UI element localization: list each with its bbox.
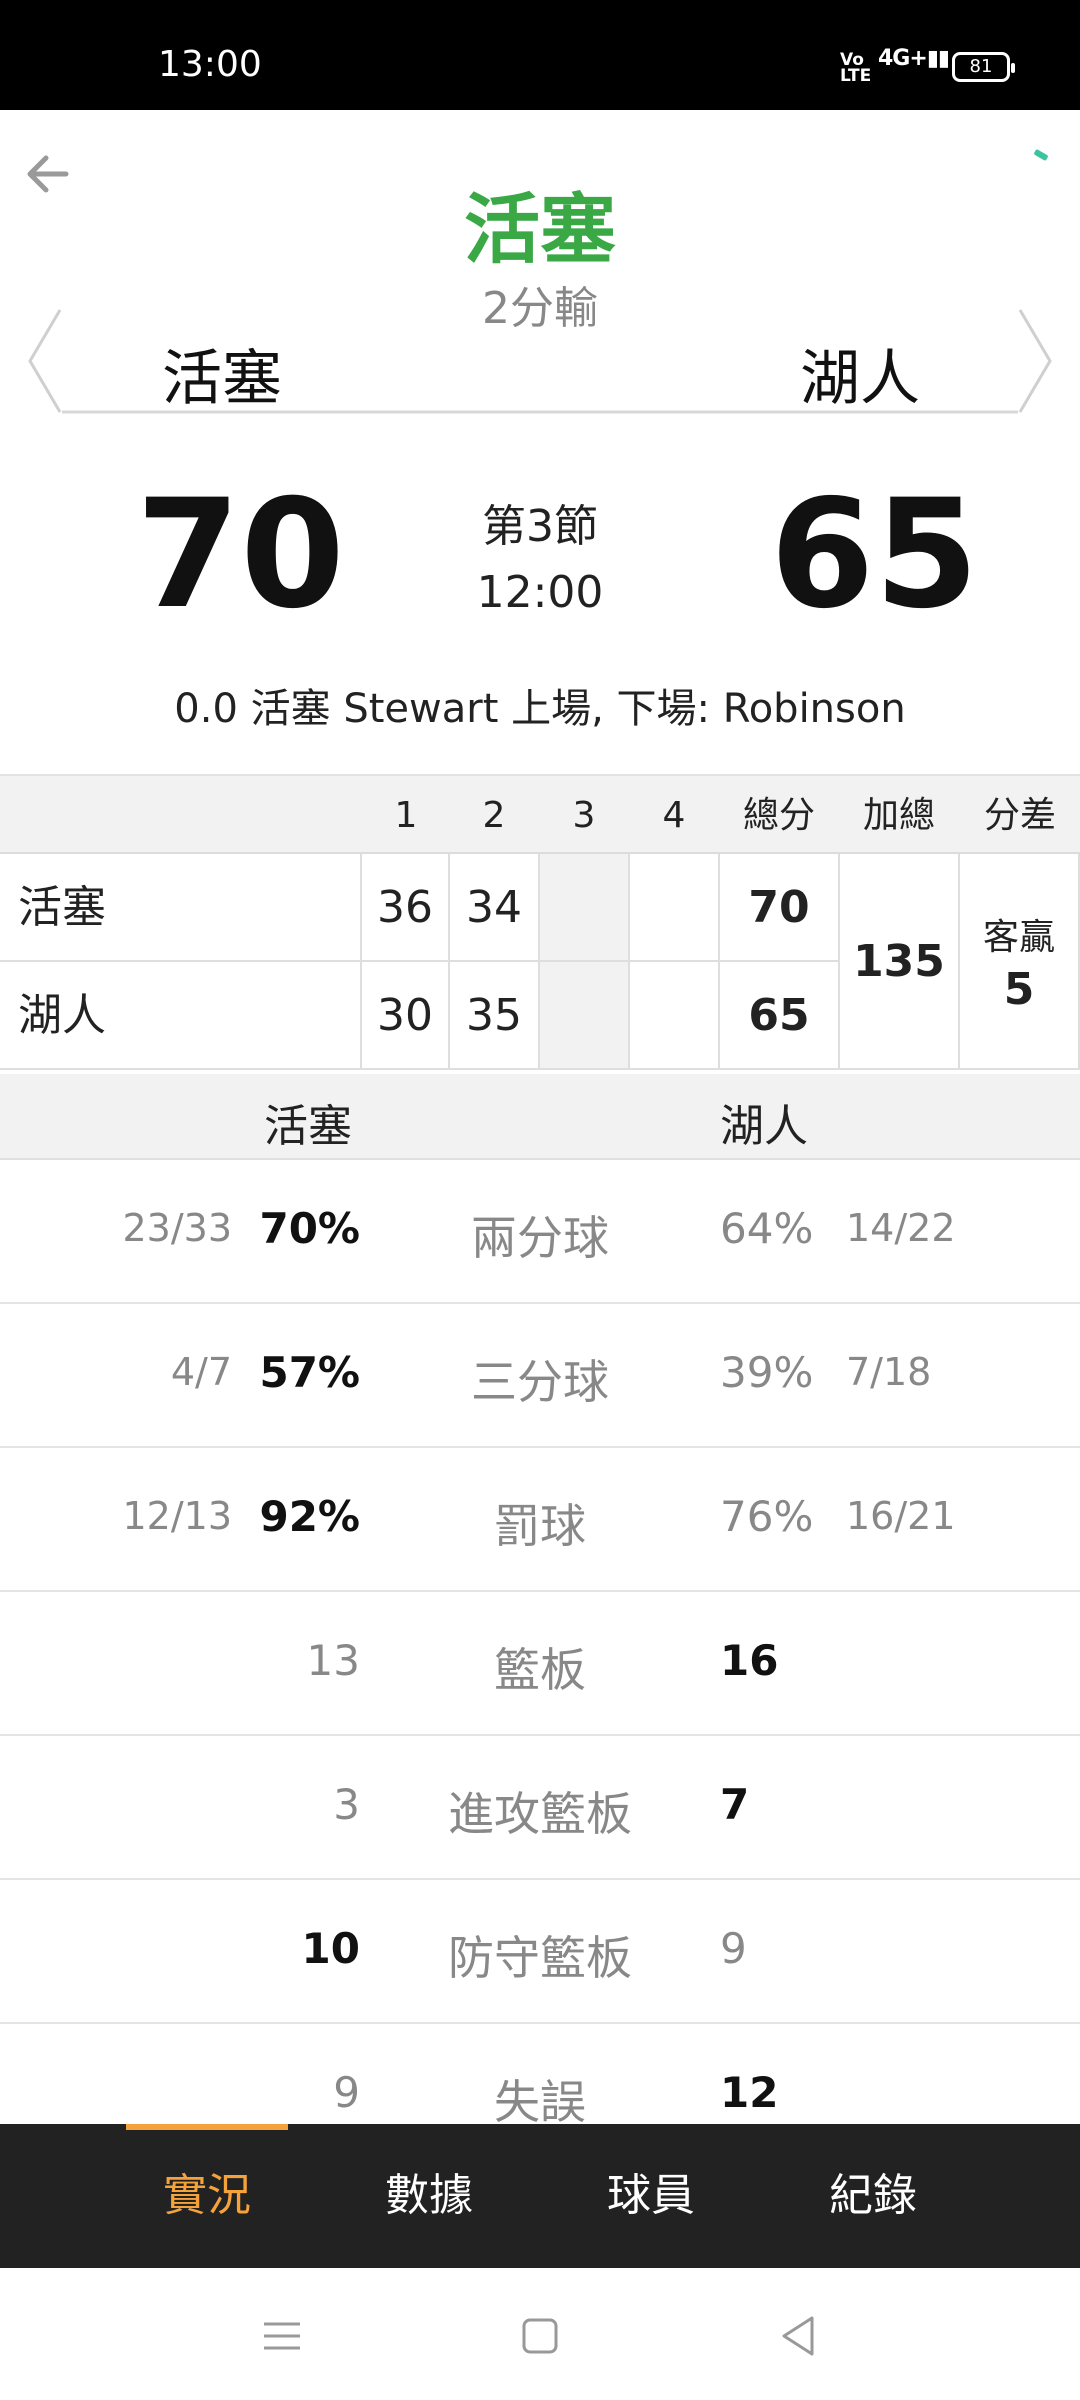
row2-q3 [540, 962, 630, 1070]
stat-row: 23/33 70% 兩分球 64% 14/22 [0, 1160, 1080, 1304]
stat-right-fraction: 7/18 [846, 1350, 932, 1394]
header-sum: 加總 [862, 795, 935, 836]
stat-label: 失誤 [494, 2075, 586, 2129]
stat-left-fraction: 23/33 [122, 1206, 232, 1250]
bottom-tab-bar: 實況 數據 球員 紀錄 [0, 2124, 1080, 2268]
refresh-indicator-icon [1033, 148, 1049, 162]
stat-label: 兩分球 [471, 1211, 609, 1265]
stat-left-value: 10 [301, 1924, 360, 1973]
period-label: 第3節 [482, 501, 598, 552]
score-diff-value: 5 [1003, 964, 1035, 1015]
battery-icon: 81 [952, 52, 1015, 82]
latest-event: 0.0 活塞 Stewart 上場, 下場: Robinson [174, 686, 906, 732]
header-q3: 3 [572, 795, 596, 836]
row2-q1: 30 [362, 962, 450, 1070]
stat-row: 12/13 92% 罰球 76% 16/21 [0, 1448, 1080, 1592]
tab-records[interactable]: 紀錄 [762, 2124, 984, 2268]
battery-level: 81 [969, 56, 993, 77]
stat-row: 13 籃板 16 [0, 1592, 1080, 1736]
row2-q2: 35 [450, 962, 540, 1070]
system-nav-bar [0, 2268, 1080, 2400]
row1-total: 70 [720, 854, 840, 962]
stat-left-value: 92% [259, 1492, 360, 1541]
stat-row: 10 防守籃板 9 [0, 1880, 1080, 2024]
stats-team-right: 湖人 [720, 1101, 808, 1152]
stat-right-fraction: 16/21 [846, 1494, 956, 1538]
row2-total: 65 [720, 962, 840, 1070]
stat-label: 防守籃板 [448, 1931, 632, 1985]
score-diff-label: 客贏 [982, 917, 1055, 958]
period-info: 第3節 12:00 [440, 494, 640, 626]
stat-row: 4/7 57% 三分球 39% 7/18 [0, 1304, 1080, 1448]
stat-left-value: 57% [259, 1348, 360, 1397]
row1-q1: 36 [362, 854, 450, 962]
volte-icon: Vo LTE [840, 50, 872, 86]
stat-left-fraction: 12/13 [122, 1494, 232, 1538]
stat-label: 三分球 [471, 1355, 609, 1409]
stats-team-left: 活塞 [264, 1101, 352, 1152]
period-table-header: 1 2 3 4 總分 加總 分差 [0, 774, 1080, 854]
score-right: 65 [770, 468, 979, 642]
status-time: 13:00 [158, 44, 262, 85]
header-q4: 4 [662, 795, 686, 836]
score-diff: 客贏 5 [960, 854, 1080, 1070]
stat-right-fraction: 14/22 [846, 1206, 956, 1250]
stat-label: 進攻籃板 [448, 1787, 632, 1841]
stat-left-value: 3 [333, 1780, 360, 1829]
menu-icon[interactable] [252, 2306, 312, 2366]
stat-right-value: 16 [720, 1636, 779, 1685]
game-clock: 12:00 [476, 567, 604, 618]
stat-row: 3 進攻籃板 7 [0, 1736, 1080, 1880]
stat-left-value: 13 [306, 1636, 360, 1685]
row2-team: 湖人 [0, 962, 362, 1070]
stat-right-value: 12 [720, 2068, 779, 2117]
home-icon[interactable] [510, 2306, 570, 2366]
stat-left-fraction: 4/7 [170, 1350, 232, 1394]
stat-right-value: 64% [720, 1204, 814, 1253]
header-diff: 分差 [983, 795, 1056, 836]
stat-left-value: 9 [333, 2068, 360, 2117]
score-left: 70 [136, 468, 345, 642]
tab-live[interactable]: 實況 [96, 2124, 318, 2268]
stat-right-value: 7 [720, 1780, 750, 1829]
stats-header: 活塞 湖人 [0, 1074, 1080, 1160]
combined-total: 135 [840, 854, 960, 1070]
header-total: 總分 [742, 795, 815, 836]
header-q1: 1 [394, 795, 418, 836]
stat-label: 罰球 [494, 1499, 586, 1553]
back-icon[interactable] [768, 2306, 828, 2366]
row2-q4 [630, 962, 720, 1070]
leading-team-name: 活塞 [464, 185, 616, 274]
stat-right-value: 9 [720, 1924, 747, 1973]
row1-q2: 34 [450, 854, 540, 962]
header-q2: 2 [482, 795, 506, 836]
row1-q4 [630, 854, 720, 962]
tab-stats[interactable]: 數據 [318, 2124, 540, 2268]
team-right-name[interactable]: 湖人 [800, 330, 920, 417]
team-left-name[interactable]: 活塞 [162, 330, 282, 417]
stat-label: 籃板 [494, 1643, 586, 1697]
signal-icon: 4G+▮▮ [878, 46, 950, 71]
stat-left-value: 70% [259, 1204, 360, 1253]
stat-right-value: 39% [720, 1348, 814, 1397]
row1-team: 活塞 [0, 854, 362, 962]
network-type: 4G+ [878, 46, 928, 71]
stat-right-value: 76% [720, 1492, 814, 1541]
tab-players[interactable]: 球員 [540, 2124, 762, 2268]
status-bar: 13:00 Vo LTE 4G+▮▮ 81 [0, 0, 1080, 110]
row1-q3 [540, 854, 630, 962]
